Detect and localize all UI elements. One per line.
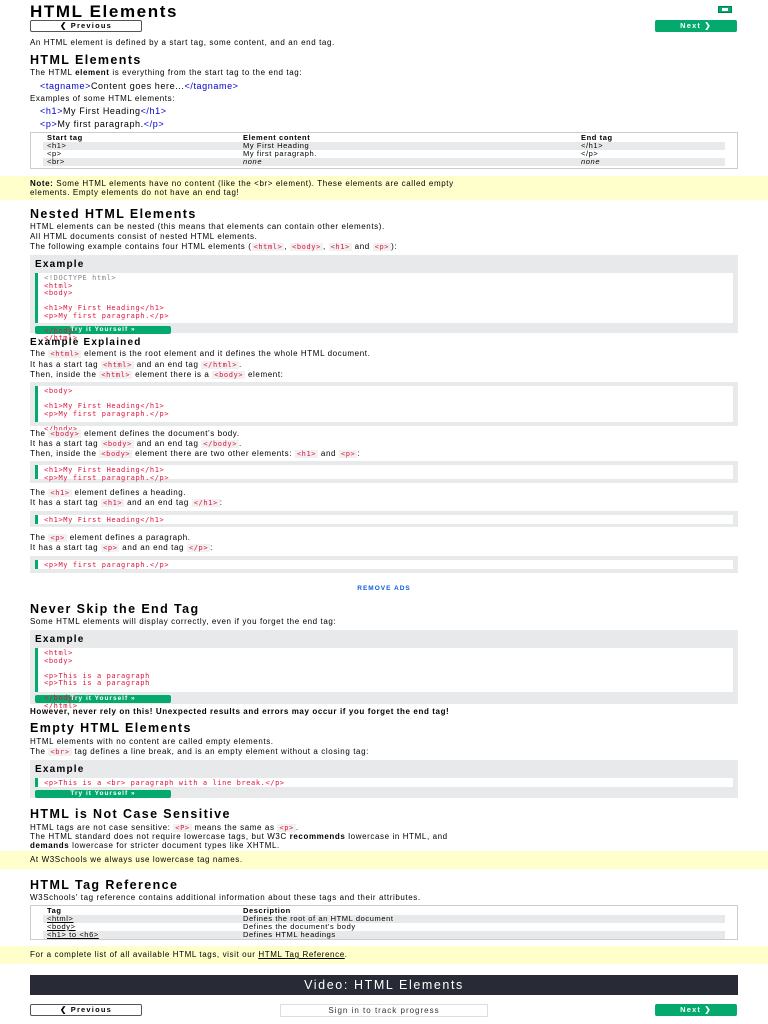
heading-case-sensitive: HTML is Not Case Sensitive bbox=[30, 807, 231, 821]
element-definition: The HTML element is everything from the … bbox=[30, 68, 303, 77]
nested-p1: HTML elements can be nested (this means … bbox=[30, 222, 385, 231]
note-empty-elements: Note: Some HTML elements have no content… bbox=[0, 176, 768, 200]
tag-reference-link[interactable]: HTML Tag Reference bbox=[258, 950, 344, 959]
page-title: HTML Elements bbox=[30, 2, 179, 21]
table-cell: Defines HTML headings bbox=[239, 931, 725, 939]
video-banner[interactable]: Video: HTML Elements bbox=[30, 975, 738, 995]
note-lowercase: At W3Schools we always use lowercase tag… bbox=[0, 851, 768, 869]
footer-previous-button[interactable]: ❮ Previous bbox=[30, 1004, 142, 1016]
table-cell: <br> bbox=[43, 158, 239, 166]
page: HTML Elements ❮ Previous Next ❯ An HTML … bbox=[0, 0, 768, 1024]
table-row: <body> Defines the document's body bbox=[43, 923, 725, 931]
footer-next-button[interactable]: Next ❯ bbox=[655, 1004, 737, 1016]
example-label: Example bbox=[35, 259, 85, 270]
code-block: <p>My first paragraph.</p> bbox=[35, 560, 733, 569]
example-label: Example bbox=[35, 764, 85, 775]
example-never-skip: Example <html> <body> <p>This is a parag… bbox=[30, 630, 738, 709]
body-l1: The <body> element defines the document'… bbox=[30, 429, 240, 438]
table-cell: <p> bbox=[47, 149, 62, 158]
nested-p2: All HTML documents consist of nested HTM… bbox=[30, 232, 258, 241]
code-block: <h1>My First Heading</h1> <p>My first pa… bbox=[35, 465, 733, 481]
try-it-yourself-button[interactable]: Try it Yourself » bbox=[35, 790, 171, 798]
table-header: Start tag bbox=[47, 133, 83, 142]
heading-never-skip: Never Skip the End Tag bbox=[30, 602, 200, 616]
table-cell: </h1> bbox=[577, 142, 725, 150]
heading-example-explained: Example Explained bbox=[30, 337, 142, 348]
code-block: <h1>My First Heading</h1> bbox=[35, 515, 733, 524]
flag-icon[interactable] bbox=[718, 6, 732, 13]
tag-reference-table: Tag Description <html> Defines the root … bbox=[30, 905, 738, 940]
body-l2: It has a start tag <body> and an end tag… bbox=[30, 439, 242, 448]
example-label: Example bbox=[35, 634, 85, 645]
code-block: <p>This is a <br> paragraph with a line … bbox=[35, 778, 733, 787]
code-block: <body> <h1>My First Heading</h1> <p>My f… bbox=[35, 386, 733, 432]
example-empty: Example <p>This is a <br> paragraph with… bbox=[30, 760, 738, 798]
explained-l2: It has a start tag <html> and an end tag… bbox=[30, 360, 242, 369]
code-block: <html> <body> <p>This is a paragraph <p>… bbox=[35, 648, 733, 709]
examples-label: Examples of some HTML elements: bbox=[30, 94, 176, 103]
table-cell: none bbox=[239, 158, 577, 166]
never-skip-p1: Some HTML elements will display correctl… bbox=[30, 617, 337, 626]
table-row: <html> Defines the root of an HTML docum… bbox=[43, 915, 725, 923]
empty-p1: HTML elements with no content are called… bbox=[30, 737, 274, 746]
p-l1: The <p> element defines a paragraph. bbox=[30, 533, 191, 542]
heading-empty-elements: Empty HTML Elements bbox=[30, 721, 192, 735]
heading-nested: Nested HTML Elements bbox=[30, 207, 197, 221]
elements-table: Start tag Element content End tag <h1> M… bbox=[30, 132, 738, 169]
explained-l1: The <html> element is the root element a… bbox=[30, 349, 371, 358]
empty-p2: The <br> tag defines a line break, and i… bbox=[30, 747, 369, 756]
code-h1-p-example: <h1>My First Heading</h1> <p>My first pa… bbox=[30, 461, 738, 483]
example-p: <p>My first paragraph.</p> bbox=[40, 119, 165, 129]
nested-p3: The following example contains four HTML… bbox=[30, 242, 398, 251]
table-cell: <h1> bbox=[43, 142, 239, 150]
next-button[interactable]: Next ❯ bbox=[655, 20, 737, 32]
table-cell: My first paragraph. bbox=[243, 149, 317, 158]
explained-l3: Then, inside the <html> element there is… bbox=[30, 370, 284, 379]
heading-tag-reference: HTML Tag Reference bbox=[30, 878, 179, 892]
previous-button[interactable]: ❮ Previous bbox=[30, 20, 142, 32]
intro-text: An HTML element is defined by a start ta… bbox=[30, 38, 335, 47]
heading-html-elements: HTML Elements bbox=[30, 53, 142, 67]
sign-in-track-progress-button[interactable]: Sign in to track progress bbox=[280, 1004, 488, 1017]
example-h1: <h1>My First Heading</h1> bbox=[40, 106, 167, 116]
table-cell: none bbox=[577, 158, 725, 166]
p-l2: It has a start tag <p> and an end tag </… bbox=[30, 543, 213, 552]
code-p-example: <p>My first paragraph.</p> bbox=[30, 556, 738, 573]
never-skip-warning: However, never rely on this! Unexpected … bbox=[30, 707, 450, 716]
table-row: <p> My first paragraph. </p> bbox=[43, 150, 725, 158]
example-nested: Example <!DOCTYPE html> <html> <body> <h… bbox=[30, 255, 738, 342]
remove-ads-link[interactable]: REMOVE ADS bbox=[0, 585, 768, 592]
case-p2: The HTML standard does not require lower… bbox=[30, 832, 448, 850]
table-row: <h1> to <h6> Defines HTML headings bbox=[43, 931, 725, 939]
tag-link-headings[interactable]: <h1> to <h6> bbox=[43, 931, 239, 939]
table-row: <h1> My First Heading </h1> bbox=[43, 142, 725, 150]
table-header-row: Start tag Element content End tag bbox=[43, 133, 725, 142]
h1-l2: It has a start tag <h1> and an end tag <… bbox=[30, 498, 223, 507]
code-body-example: <body> <h1>My First Heading</h1> <p>My f… bbox=[30, 382, 738, 432]
tagref-p1: W3Schools' tag reference contains additi… bbox=[30, 893, 421, 902]
code-block: <!DOCTYPE html> <html> <body> <h1>My Fir… bbox=[35, 273, 733, 342]
table-row: <br> none none bbox=[43, 158, 725, 166]
note-tag-reference: For a complete list of all available HTM… bbox=[0, 946, 768, 964]
h1-l1: The <h1> element defines a heading. bbox=[30, 488, 187, 497]
syntax-example: <tagname>Content goes here...</tagname> bbox=[40, 81, 239, 91]
code-h1-example: <h1>My First Heading</h1> bbox=[30, 511, 738, 527]
body-l3: Then, inside the <body> element there ar… bbox=[30, 449, 361, 458]
